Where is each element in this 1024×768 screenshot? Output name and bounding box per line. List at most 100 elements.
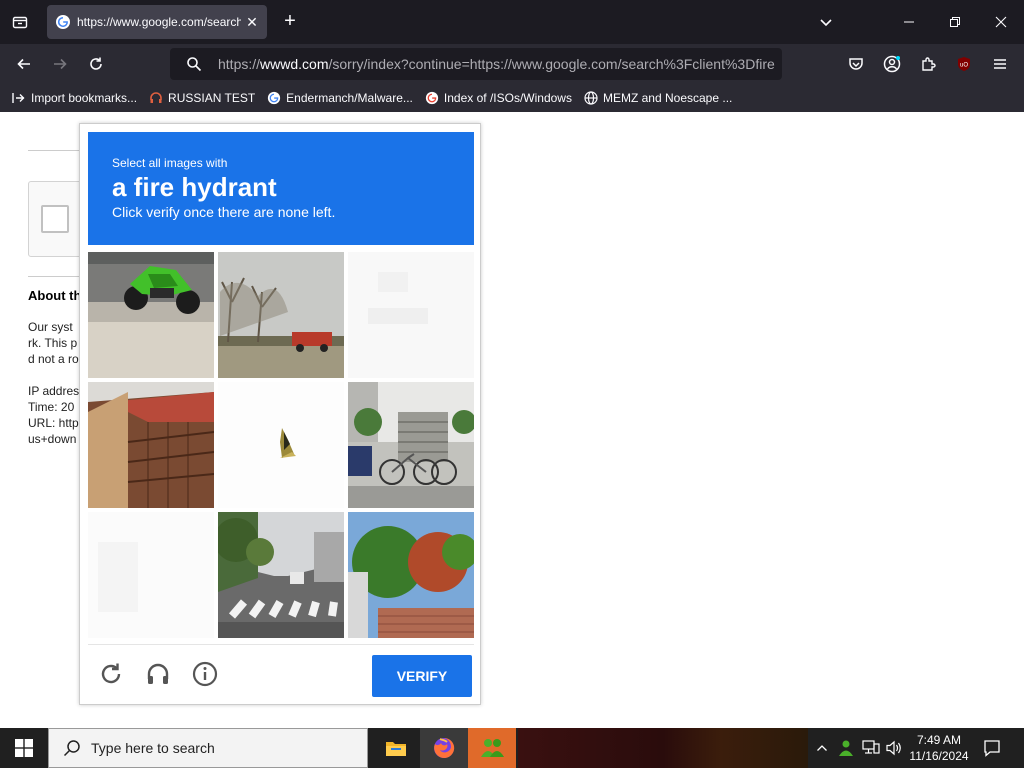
person-green-icon (839, 740, 853, 756)
google-icon (268, 91, 281, 105)
notification-icon (984, 740, 1000, 757)
taskbar-app-green[interactable] (468, 728, 516, 768)
audio-challenge-icon[interactable] (145, 661, 171, 687)
tray-network[interactable] (860, 728, 882, 768)
headphones-icon (150, 92, 162, 103)
new-tab-button[interactable]: + (280, 11, 300, 31)
bookmarks-toolbar: Import bookmarks... RUSSIAN TEST Enderma… (0, 84, 1024, 112)
captcha-tile-motorcycle[interactable] (88, 252, 214, 378)
taskbar-search-placeholder: Type here to search (91, 740, 215, 756)
url-path: /sorry/index?continue=https://www.google… (328, 56, 775, 72)
bookmark-label: Import bookmarks... (31, 91, 138, 105)
trees-image (348, 512, 474, 638)
search-icon (187, 57, 202, 72)
speaker-icon (886, 740, 901, 756)
account-icon (883, 55, 901, 73)
bookmark-label: Endermanch/Malware... (286, 91, 413, 105)
url-scheme: https:// (218, 56, 261, 72)
list-all-tabs-button[interactable] (814, 10, 838, 34)
restore-button[interactable] (943, 10, 967, 34)
captcha-tile-trees-truck[interactable] (218, 252, 344, 378)
taskbar: Type here to search 7:49 AM 11/16/2024 (0, 728, 1024, 768)
close-icon (995, 16, 1007, 28)
captcha-subinstruction: Click verify once there are none left. (112, 204, 336, 220)
bookmark-label: RUSSIAN TEST (168, 91, 256, 105)
start-button[interactable] (0, 728, 48, 768)
taskbar-file-explorer[interactable] (372, 728, 420, 768)
firefox-icon (434, 737, 455, 758)
captcha-instruction: Select all images with (112, 156, 228, 170)
url-bar[interactable]: https://wwwd.com/sorry/index?continue=ht… (170, 48, 782, 80)
tab-list-icon (12, 16, 28, 29)
hamburger-menu-icon (994, 59, 1006, 69)
globe-icon (584, 91, 598, 105)
account-button[interactable] (880, 52, 904, 76)
captcha-tile-bicycles[interactable] (348, 382, 474, 508)
url-domain: wwwd.com (260, 56, 329, 72)
chevron-down-icon (820, 19, 832, 27)
google-icon (56, 15, 70, 29)
bookmark-label: MEMZ and Noescape ... (602, 91, 733, 105)
folder-icon (386, 742, 406, 756)
captcha-tile-crosswalk[interactable] (218, 512, 344, 638)
network-icon (862, 740, 880, 754)
puzzle-icon (922, 57, 936, 71)
import-icon (12, 93, 25, 103)
forward-button[interactable] (48, 52, 72, 76)
url-text[interactable]: https://wwwd.com/sorry/index?continue=ht… (218, 56, 782, 72)
search-icon (63, 740, 80, 757)
bookmark-russian-test[interactable]: RUSSIAN TEST (149, 91, 255, 105)
tab-close-icon[interactable]: ✕ (245, 14, 259, 31)
windows-logo-icon (15, 739, 33, 757)
tab-title: https://www.google.com/search (77, 15, 241, 29)
tray-volume[interactable] (883, 728, 905, 768)
green-figures-icon (481, 739, 504, 757)
captcha-tile-blank-2[interactable] (88, 512, 214, 638)
about-heading: About th (28, 288, 82, 303)
clock-time: 7:49 AM (916, 733, 962, 747)
captcha-tile-hydrant-faded[interactable] (218, 382, 344, 508)
bookmark-index-isos[interactable]: Index of /ISOs/Windows (425, 91, 572, 105)
extensions-button[interactable] (916, 52, 940, 76)
minimize-button[interactable] (897, 10, 921, 34)
notification-center-button[interactable] (980, 736, 1004, 760)
info-icon[interactable] (192, 661, 218, 687)
captcha-tile-trees-wall[interactable] (348, 512, 474, 638)
navigation-toolbar: https://wwwd.com/sorry/index?continue=ht… (0, 44, 1024, 84)
tray-user-app[interactable] (834, 728, 858, 768)
motorcycle-image (88, 252, 214, 378)
bookmark-import[interactable]: Import bookmarks... (12, 91, 137, 105)
bookmark-endermanch[interactable]: Endermanch/Malware... (267, 91, 413, 105)
captcha-tile-blank-1[interactable] (348, 252, 474, 378)
taskbar-search[interactable]: Type here to search (48, 728, 368, 768)
pocket-icon (849, 58, 863, 70)
reload-icon (90, 57, 102, 70)
bookmark-memz[interactable]: MEMZ and Noescape ... (584, 91, 732, 105)
recaptcha-checkbox[interactable] (41, 205, 69, 233)
reload-challenge-icon[interactable] (98, 661, 124, 687)
crosswalk-image (218, 512, 344, 638)
captcha-footer: VERIFY (88, 644, 474, 698)
ublock-button[interactable]: uO (952, 52, 976, 76)
captcha-tile-building[interactable] (88, 382, 214, 508)
forward-arrow-icon (54, 58, 67, 70)
building-image (88, 382, 214, 508)
ublock-icon: uO (958, 57, 970, 71)
active-tab[interactable]: https://www.google.com/search ✕ (47, 5, 267, 39)
taskbar-firefox[interactable] (420, 728, 468, 768)
show-hidden-icons-button[interactable] (812, 728, 832, 768)
menu-button[interactable] (988, 52, 1012, 76)
faded-image (348, 252, 474, 378)
captcha-image-grid (88, 252, 474, 638)
tab-list-button[interactable] (8, 10, 32, 34)
bookmark-label: Index of /ISOs/Windows (443, 91, 572, 105)
taskbar-clock[interactable]: 7:49 AM 11/16/2024 (904, 732, 974, 764)
captcha-challenge: Select all images with a fire hydrant Cl… (79, 123, 481, 705)
close-window-button[interactable] (989, 10, 1013, 34)
google-icon (425, 91, 439, 105)
pocket-button[interactable] (844, 52, 868, 76)
fire-hydrant-image (218, 382, 344, 508)
back-button[interactable] (12, 52, 36, 76)
verify-button[interactable]: VERIFY (372, 655, 472, 697)
reload-button[interactable] (84, 52, 108, 76)
